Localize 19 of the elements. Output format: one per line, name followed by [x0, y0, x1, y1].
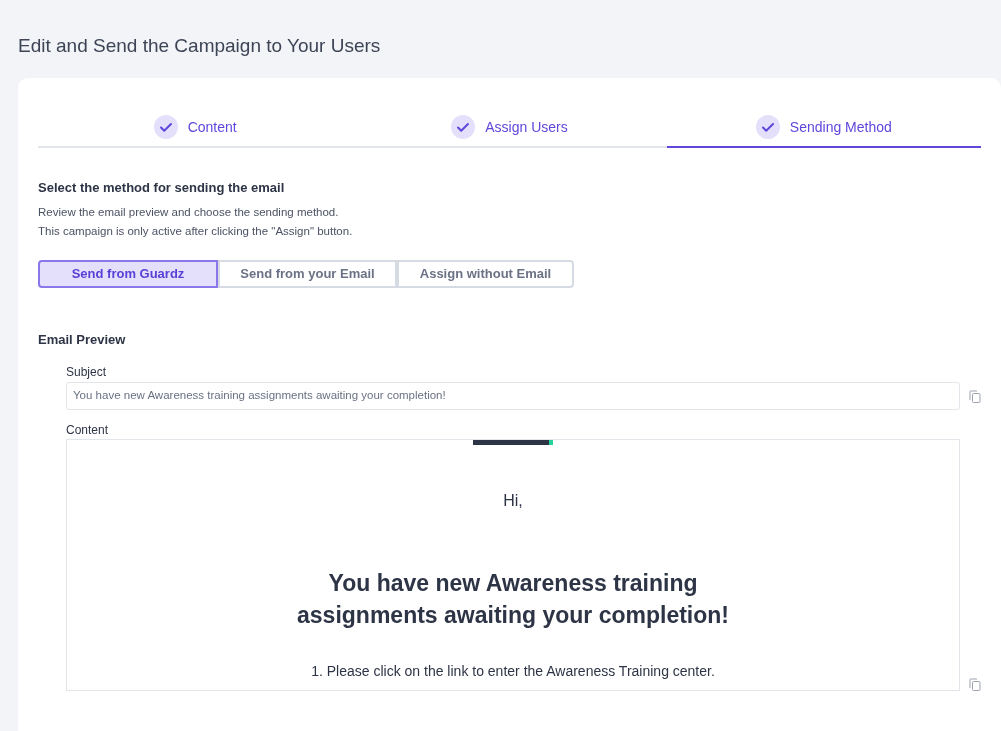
email-greeting: Hi, — [503, 491, 523, 511]
step-tab[interactable]: Assign Users — [352, 112, 667, 148]
field-label: Content — [66, 422, 110, 439]
preview-title: Email Preview — [38, 330, 127, 349]
subject-field[interactable]: You have new Awareness training assignments awaiting your completion! — [66, 382, 961, 410]
page-title: Edit and Send the Campaign to Your Users — [17, 34, 382, 58]
method-toggle[interactable]: Assign without Email — [397, 259, 574, 288]
method-toggle[interactable]: Send from Guardz — [38, 259, 218, 288]
email-headline: You have new Awareness training assignments awaiting your completion! — [296, 569, 730, 630]
helper-text: Review the email preview and choose the sending method. — [38, 204, 340, 220]
step-tab[interactable]: Content — [38, 112, 353, 148]
copy-icon[interactable] — [969, 389, 981, 403]
method-toggle[interactable]: Send from your Email — [218, 259, 397, 288]
section-title: Select the method for sending the email — [38, 179, 286, 197]
email-step: 1. Please click on the link to enter the Awareness Training center. — [311, 661, 715, 682]
field-label: Subject — [66, 364, 108, 381]
helper-text: This campaign is only active after clicking the "Assign" button. — [38, 223, 354, 239]
step-tab[interactable]: Sending Method — [666, 112, 981, 148]
copy-icon[interactable] — [969, 678, 981, 691]
